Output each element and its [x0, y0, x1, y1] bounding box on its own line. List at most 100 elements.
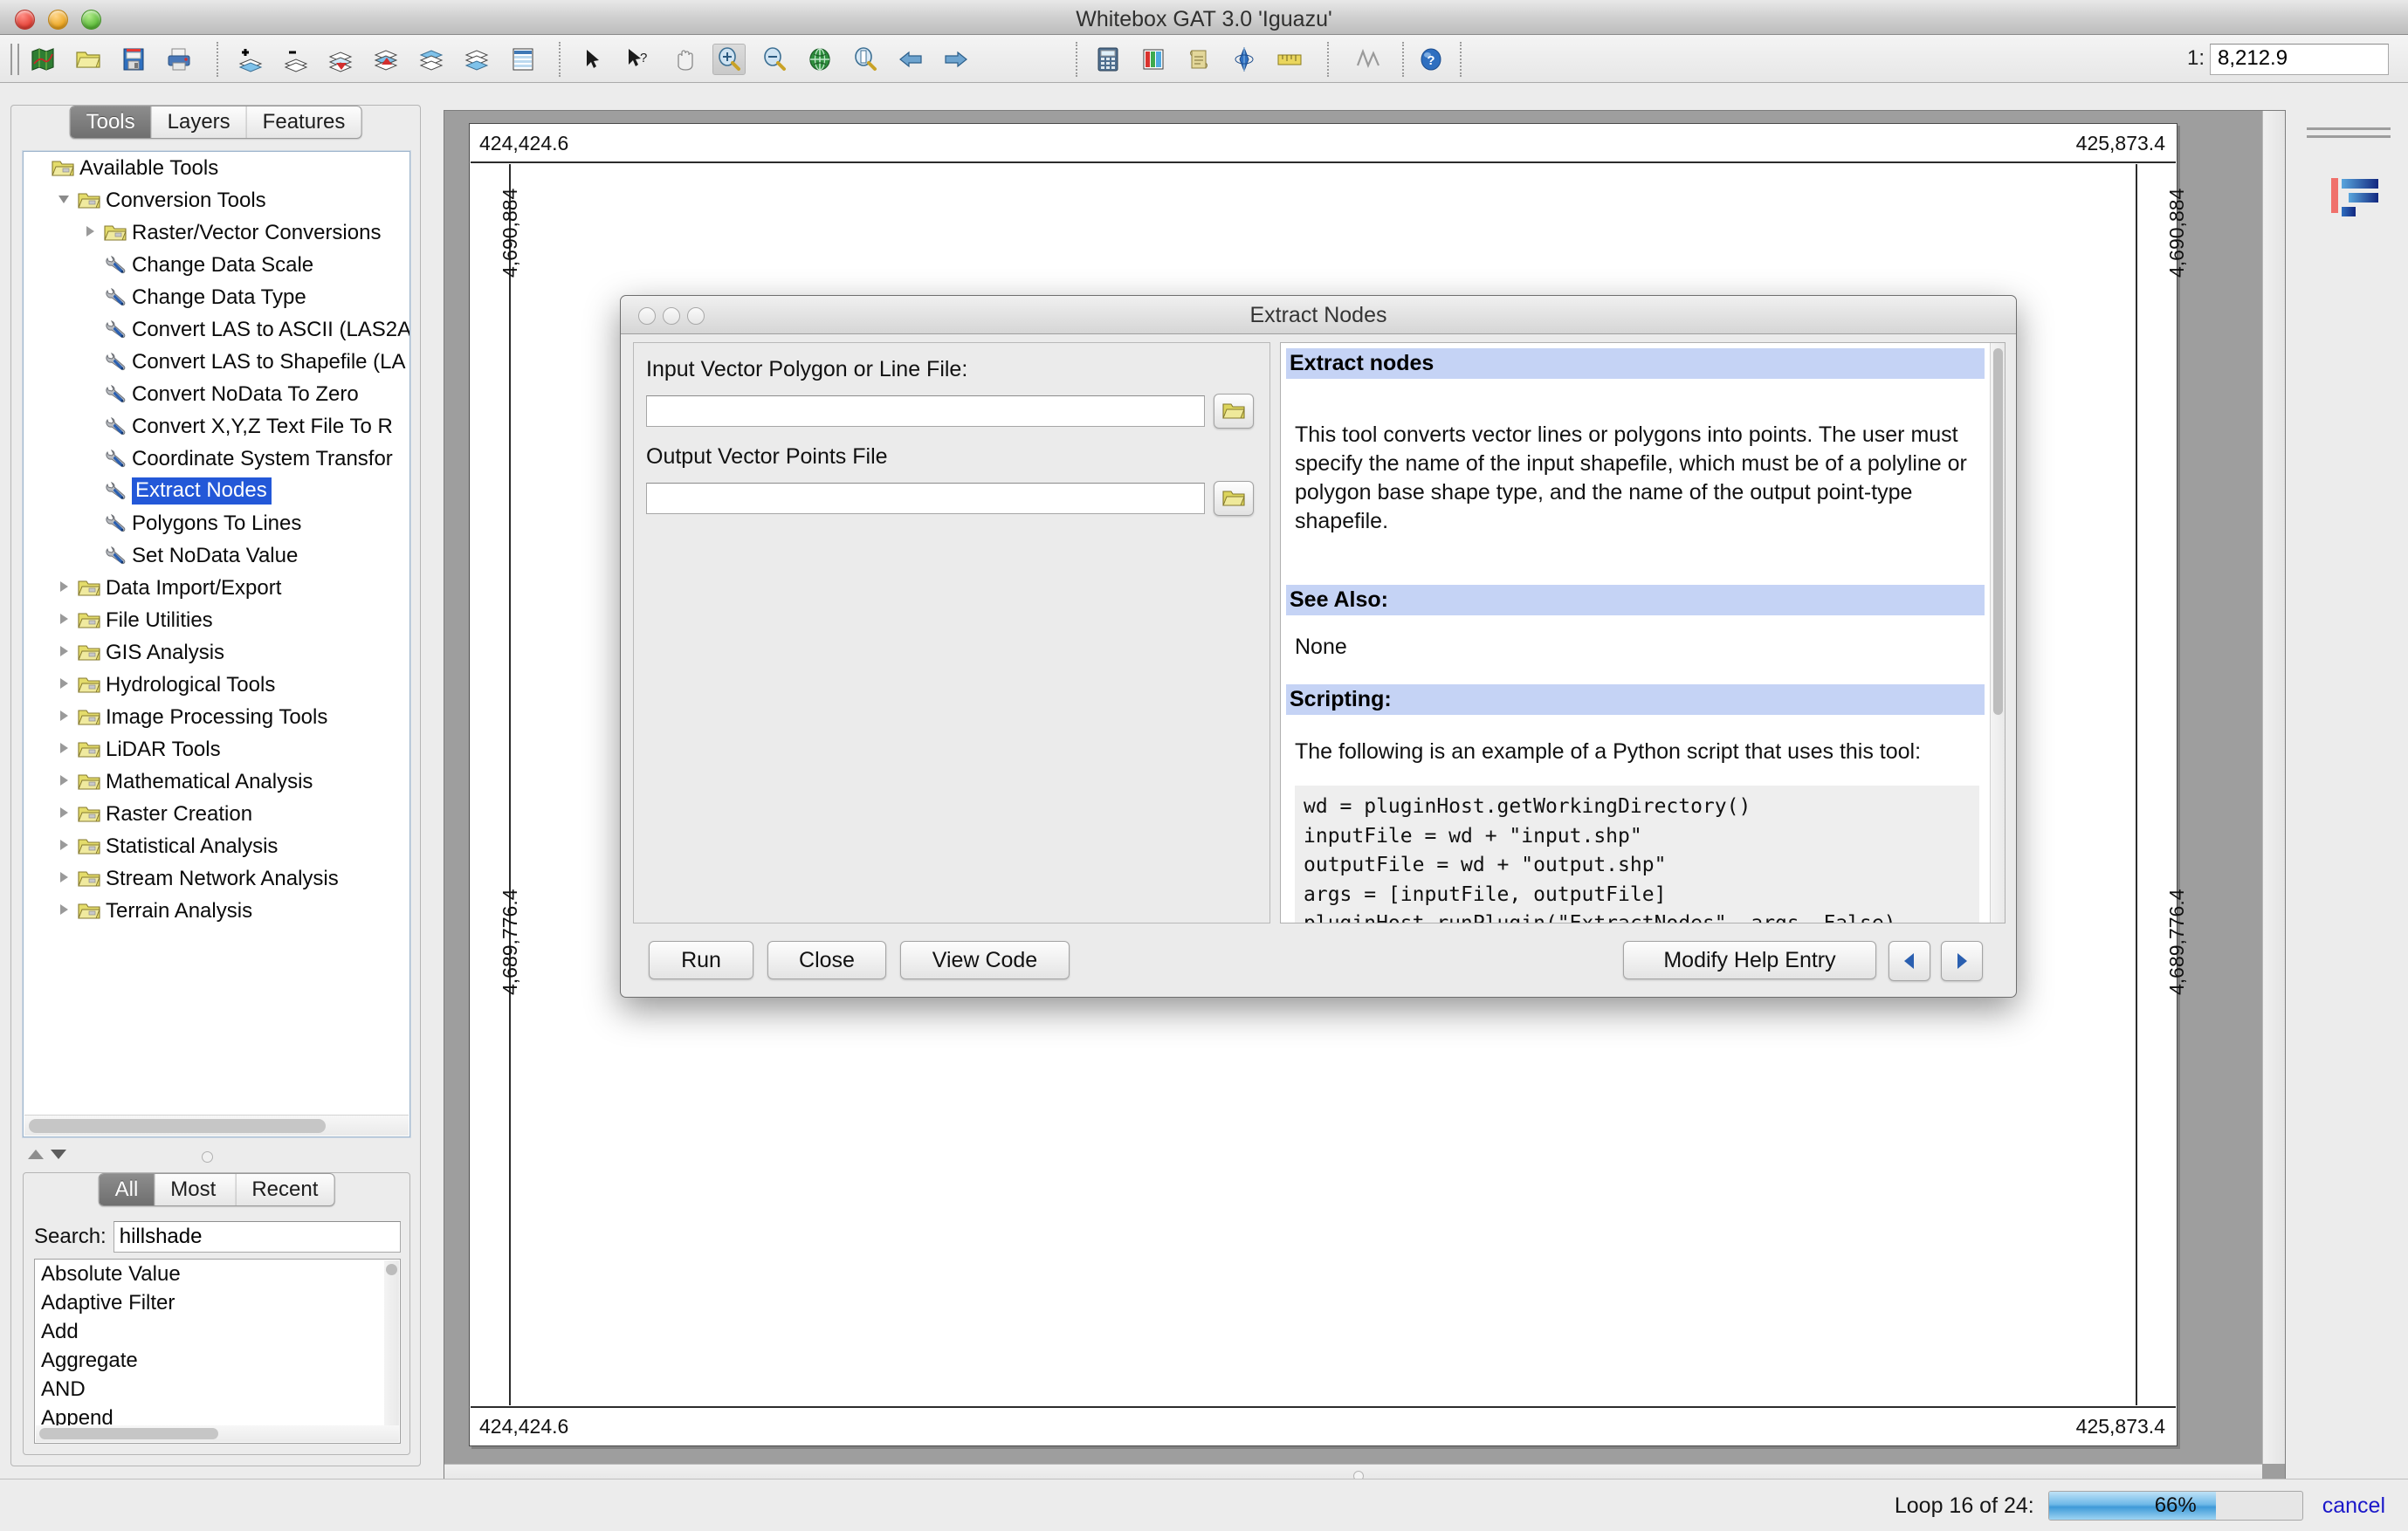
help-vertical-scrollbar[interactable] [1990, 343, 2005, 923]
search-result-item[interactable]: Add [35, 1317, 384, 1346]
modify-help-entry-button[interactable]: Modify Help Entry [1623, 941, 1876, 979]
tree-item-terrain-analysis[interactable]: Terrain Analysis [24, 895, 409, 927]
zoom-in-icon[interactable] [712, 44, 746, 75]
north-arrow-icon[interactable] [1228, 44, 1261, 75]
tree-item-file-utilities[interactable]: File Utilities [24, 604, 409, 636]
tree-item-change-data-type[interactable]: Change Data Type [24, 281, 409, 313]
help-previous-button[interactable] [1889, 941, 1930, 981]
tree-item-set-nodata-value[interactable]: Set NoData Value [24, 539, 409, 572]
search-result-item[interactable]: Aggregate [35, 1346, 384, 1375]
scale-input[interactable]: 8,212.9 [2210, 44, 2389, 75]
measure-icon[interactable] [1273, 44, 1306, 75]
tree-item-statistical-analysis[interactable]: Statistical Analysis [24, 830, 409, 862]
raster-calculator-icon[interactable] [1091, 44, 1125, 75]
output-file-input[interactable] [646, 483, 1205, 514]
select-feature-icon[interactable]: ? [622, 44, 655, 75]
previous-extent-icon[interactable] [894, 44, 927, 75]
chevron-right-icon[interactable] [55, 868, 78, 890]
chevron-right-icon[interactable] [55, 642, 78, 664]
tree-item-conversion-tools[interactable]: Conversion Tools [24, 184, 409, 216]
zoom-full-extent-icon[interactable] [803, 44, 836, 75]
layer-to-bottom-icon[interactable] [461, 44, 494, 75]
tree-item-image-processing-tools[interactable]: Image Processing Tools [24, 701, 409, 733]
toolbar-grip-2[interactable] [17, 44, 19, 75]
output-browse-button[interactable] [1214, 481, 1254, 516]
histogram-icon[interactable] [2331, 176, 2382, 216]
help-icon[interactable]: ? [1414, 44, 1448, 75]
run-button[interactable]: Run [649, 941, 753, 979]
chevron-right-icon[interactable] [55, 674, 78, 697]
zoom-out-icon[interactable] [758, 44, 791, 75]
tree-item-available-tools[interactable]: Available Tools [24, 152, 409, 184]
tree-item-change-data-scale[interactable]: Change Data Scale [24, 249, 409, 281]
results-hscroll-thumb[interactable] [39, 1428, 218, 1439]
raise-layer-icon[interactable] [325, 44, 358, 75]
dialog-help-panel[interactable]: Extract nodes This tool converts vector … [1280, 342, 2006, 923]
view-code-button[interactable]: View Code [900, 941, 1070, 979]
select-arrow-icon[interactable] [576, 44, 609, 75]
tab-most-used[interactable]: Most Used [155, 1174, 237, 1205]
map-vertical-scrollbar[interactable] [2262, 111, 2285, 1464]
print-icon[interactable] [162, 44, 196, 75]
cancel-link[interactable]: cancel [2322, 1493, 2385, 1519]
splitter-handle[interactable] [202, 1151, 213, 1163]
input-browse-button[interactable] [1214, 394, 1254, 429]
help-next-button[interactable] [1941, 941, 1983, 981]
tree-item-mathematical-analysis[interactable]: Mathematical Analysis [24, 766, 409, 798]
chevron-right-icon[interactable] [81, 222, 104, 244]
left-panel-splitter[interactable] [23, 1143, 410, 1171]
chevron-right-icon[interactable] [55, 706, 78, 729]
results-scrollbar-knob[interactable] [386, 1264, 397, 1275]
chevron-right-icon[interactable] [55, 609, 78, 632]
attribute-table-icon[interactable] [506, 44, 540, 75]
chevron-right-icon[interactable] [55, 577, 78, 600]
tree-item-convert-x-y-z-text-file-to-r[interactable]: Convert X,Y,Z Text File To R [24, 410, 409, 443]
tree-horizontal-scrollbar[interactable] [24, 1115, 409, 1136]
chevron-right-icon[interactable] [55, 900, 78, 923]
tab-layers[interactable]: Layers [152, 106, 247, 138]
chevron-right-icon[interactable] [55, 835, 78, 858]
chevron-right-icon[interactable] [55, 771, 78, 793]
next-extent-icon[interactable] [939, 44, 973, 75]
tree-item-convert-las-to-ascii-las2a[interactable]: Convert LAS to ASCII (LAS2A [24, 313, 409, 346]
tab-tools[interactable]: Tools [70, 106, 152, 138]
splitter-up-arrow-icon[interactable] [28, 1150, 44, 1159]
tree-item-lidar-tools[interactable]: LiDAR Tools [24, 733, 409, 766]
lower-layer-icon[interactable] [370, 44, 403, 75]
chevron-down-icon[interactable] [55, 189, 78, 212]
help-scrollbar-thumb[interactable] [1993, 348, 2003, 715]
chevron-right-icon[interactable] [55, 738, 78, 761]
tree-item-data-import-export[interactable]: Data Import/Export [24, 572, 409, 604]
close-button[interactable]: Close [767, 941, 886, 979]
search-result-item[interactable]: Absolute Value [35, 1260, 384, 1288]
search-results-list[interactable]: Absolute Value Adaptive Filter Add Aggregat… [35, 1260, 384, 1425]
open-folder-icon[interactable] [72, 44, 105, 75]
zoom-to-layer-icon[interactable] [849, 44, 882, 75]
layer-to-top-icon[interactable] [416, 44, 449, 75]
search-result-item[interactable]: AND [35, 1375, 384, 1404]
tree-item-convert-las-to-shapefile-la[interactable]: Convert LAS to Shapefile (LA [24, 346, 409, 378]
results-vertical-scrollbar[interactable] [384, 1260, 399, 1425]
splitter-down-arrow-icon[interactable] [51, 1150, 66, 1159]
toolbar-grip[interactable] [10, 44, 12, 75]
search-result-item[interactable]: Append [35, 1404, 384, 1425]
save-icon[interactable] [117, 44, 150, 75]
tree-item-raster-creation[interactable]: Raster Creation [24, 798, 409, 830]
tree-scrollbar-thumb[interactable] [29, 1119, 326, 1133]
new-map-icon[interactable] [26, 44, 59, 75]
extract-nodes-dialog[interactable]: Extract Nodes Input Vector Polygon or Li… [620, 295, 2017, 998]
histogram-icon[interactable] [1352, 44, 1385, 75]
results-horizontal-scrollbar[interactable] [36, 1425, 399, 1442]
tab-features[interactable]: Features [247, 106, 361, 138]
search-result-item[interactable]: Adaptive Filter [35, 1288, 384, 1317]
tools-tree[interactable]: Available Tools Conversion Tools Raster/Ve… [24, 152, 409, 1114]
tree-item-extract-nodes[interactable]: Extract Nodes [24, 475, 409, 507]
scripter-icon[interactable] [1182, 44, 1215, 75]
pan-hand-icon[interactable] [667, 44, 700, 75]
tab-all[interactable]: All [99, 1174, 155, 1205]
tree-item-polygons-to-lines[interactable]: Polygons To Lines [24, 507, 409, 539]
tree-item-gis-analysis[interactable]: GIS Analysis [24, 636, 409, 669]
palette-icon[interactable] [1137, 44, 1170, 75]
search-input[interactable]: hillshade [113, 1221, 401, 1253]
input-file-combobox[interactable] [646, 395, 1205, 427]
